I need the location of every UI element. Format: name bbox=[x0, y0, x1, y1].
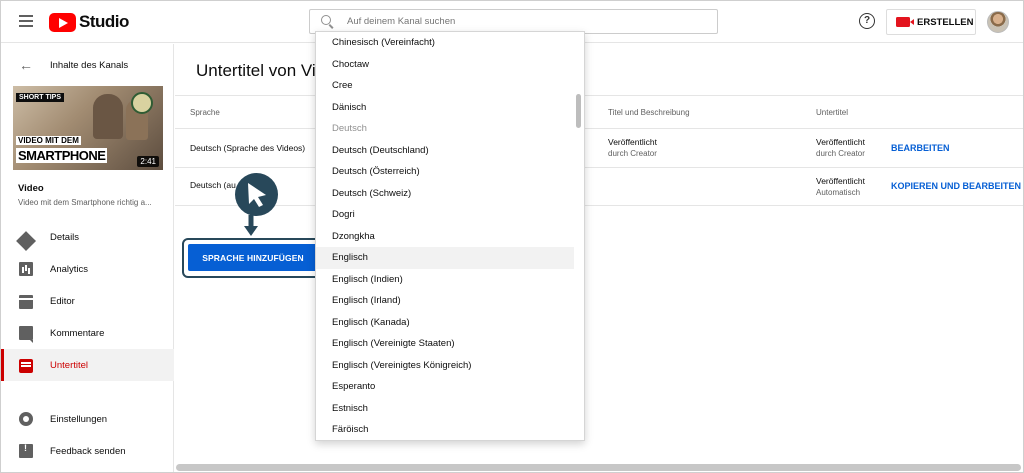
column-header-subtitles: Untertitel bbox=[816, 108, 849, 117]
arrow-back-icon: ← bbox=[19, 57, 33, 73]
dropdown-option[interactable]: Englisch (Vereinigte Staaten) bbox=[316, 333, 574, 355]
column-header-title-description: Titel und Beschreibung bbox=[608, 108, 690, 117]
logo-text: Studio bbox=[79, 12, 129, 31]
dropdown-option[interactable]: Choctaw bbox=[316, 54, 574, 76]
subtitle-status: Veröffentlicht durch Creator bbox=[816, 137, 865, 158]
avatar[interactable] bbox=[987, 11, 1009, 33]
sidebar-item-editor[interactable]: Editor bbox=[1, 285, 174, 317]
dropdown-option[interactable]: Deutsch (Österreich) bbox=[316, 161, 574, 183]
back-label: Inhalte des Kanals bbox=[50, 59, 129, 71]
dropdown-option[interactable]: Färöisch bbox=[316, 419, 574, 440]
search-icon bbox=[321, 14, 335, 29]
dropdown-option[interactable]: Estnisch bbox=[316, 398, 574, 420]
video-title: Video mit dem Smartphone richtig a... bbox=[18, 198, 152, 207]
search-input[interactable] bbox=[347, 16, 687, 27]
row-language: Deutsch (au bbox=[190, 180, 236, 190]
status-text: Veröffentlicht bbox=[608, 137, 657, 147]
thumbnail-badge: SHORT TIPS bbox=[16, 93, 65, 102]
subtitle-status: Veröffentlicht Automatisch bbox=[816, 176, 865, 197]
dropdown-option[interactable]: Dogri bbox=[316, 204, 574, 226]
dropdown-option[interactable]: Englisch (Kanada) bbox=[316, 312, 574, 334]
pencil-icon bbox=[16, 231, 36, 251]
back-to-channel-content[interactable]: ← Inhalte des Kanals bbox=[1, 54, 174, 76]
sidebar-item-feedback[interactable]: Feedback senden bbox=[1, 435, 174, 467]
page-title: Untertitel von Vi bbox=[196, 61, 316, 80]
dropdown-option[interactable]: Esperanto bbox=[316, 376, 574, 398]
edit-link[interactable]: BEARBEITEN bbox=[891, 143, 950, 153]
thumbnail-person bbox=[93, 94, 123, 139]
status-text: Veröffentlicht bbox=[816, 176, 865, 186]
title-description-status: Veröffentlicht durch Creator bbox=[608, 137, 657, 158]
video-section-label: Video bbox=[18, 183, 44, 194]
comment-icon bbox=[19, 326, 33, 343]
help-icon[interactable]: ? bbox=[859, 13, 875, 29]
dropdown-option[interactable]: Chinesisch (Vereinfacht) bbox=[316, 32, 574, 54]
video-duration: 2:41 bbox=[137, 156, 159, 167]
cursor-pointer-icon bbox=[235, 173, 278, 216]
sidebar-item-label: Feedback senden bbox=[50, 445, 126, 457]
dropdown-scrollbar[interactable] bbox=[576, 94, 581, 128]
column-header-language: Sprache bbox=[190, 108, 220, 117]
dropdown-option[interactable]: Cree bbox=[316, 75, 574, 97]
dropdown-option-highlighted[interactable]: Englisch bbox=[316, 247, 574, 269]
video-camera-icon bbox=[896, 17, 914, 27]
sidebar-item-comments[interactable]: Kommentare bbox=[1, 317, 174, 349]
dropdown-option[interactable]: Deutsch (Deutschland) bbox=[316, 140, 574, 162]
status-source: durch Creator bbox=[608, 149, 657, 158]
table-row: Deutsch (au Veröffentlicht Automatisch K… bbox=[175, 168, 1023, 206]
horizontal-scrollbar[interactable] bbox=[176, 464, 1021, 471]
row-language: Deutsch (Sprache des Videos) bbox=[190, 143, 306, 153]
subtitles-icon bbox=[19, 359, 33, 373]
status-source: durch Creator bbox=[816, 149, 865, 158]
sidebar-item-label: Einstellungen bbox=[50, 413, 108, 425]
sidebar-item-label: Editor bbox=[50, 295, 75, 307]
create-button[interactable]: ERSTELLEN bbox=[886, 9, 976, 35]
gear-icon bbox=[19, 412, 33, 426]
dropdown-option[interactable]: Englisch (Indien) bbox=[316, 269, 574, 291]
sidebar-item-label: Kommentare bbox=[50, 327, 105, 339]
sidebar-item-label: Analytics bbox=[50, 263, 89, 275]
analytics-icon bbox=[19, 262, 33, 276]
add-language-highlight: SPRACHE HINZUFÜGEN bbox=[182, 238, 325, 278]
sidebar-item-label: Details bbox=[50, 231, 80, 243]
thumbnail-title-line2: SMARTPHONE bbox=[16, 148, 108, 163]
video-thumbnail[interactable]: SHORT TIPS VIDEO MIT DEM SMARTPHONE 2:41 bbox=[13, 86, 163, 170]
language-dropdown[interactable]: Chinesisch (Vereinfacht) Choctaw Cree Dä… bbox=[315, 31, 585, 441]
add-language-button[interactable]: SPRACHE HINZUFÜGEN bbox=[188, 244, 318, 271]
sidebar: ← Inhalte des Kanals SHORT TIPS VIDEO MI… bbox=[1, 44, 174, 472]
cursor-arrow-glyph bbox=[248, 183, 266, 207]
dropdown-option[interactable]: Englisch (Irland) bbox=[316, 290, 574, 312]
dropdown-option-disabled: Deutsch bbox=[332, 123, 367, 135]
table-header-row: Sprache Titel und Beschreibung Untertite… bbox=[175, 95, 1023, 129]
sidebar-item-details[interactable]: Details bbox=[1, 221, 174, 253]
feedback-icon bbox=[19, 443, 33, 458]
dropdown-option[interactable]: Dänisch bbox=[316, 97, 574, 119]
arrow-down-icon bbox=[244, 215, 258, 236]
dropdown-option[interactable]: Englisch (Vereinigtes Königreich) bbox=[316, 355, 574, 377]
sidebar-item-subtitles[interactable]: Untertitel bbox=[1, 349, 174, 381]
status-source: Automatisch bbox=[816, 188, 861, 197]
youtube-play-icon bbox=[49, 12, 76, 32]
app-window: Studio ? ERSTELLEN ← Inhalte des Kanals … bbox=[0, 0, 1024, 473]
clapper-icon bbox=[19, 295, 33, 309]
dropdown-option[interactable]: Deutsch (Schweiz) bbox=[316, 183, 574, 205]
hamburger-menu-icon[interactable] bbox=[16, 12, 36, 32]
sidebar-item-settings[interactable]: Einstellungen bbox=[1, 403, 174, 435]
create-button-label: ERSTELLEN bbox=[917, 16, 974, 28]
table-row: Deutsch (Sprache des Videos) Veröffentli… bbox=[175, 129, 1023, 168]
sidebar-item-analytics[interactable]: Analytics bbox=[1, 253, 174, 285]
status-text: Veröffentlicht bbox=[816, 137, 865, 147]
dropdown-option[interactable]: Dzongkha bbox=[316, 226, 574, 248]
copy-and-edit-link[interactable]: KOPIEREN UND BEARBEITEN bbox=[891, 181, 1021, 191]
thumbnail-title-line1: VIDEO MIT DEM bbox=[16, 136, 81, 145]
youtube-studio-logo[interactable]: Studio bbox=[49, 12, 129, 32]
sidebar-item-label: Untertitel bbox=[50, 359, 89, 371]
thumbnail-seal-icon bbox=[131, 92, 153, 114]
